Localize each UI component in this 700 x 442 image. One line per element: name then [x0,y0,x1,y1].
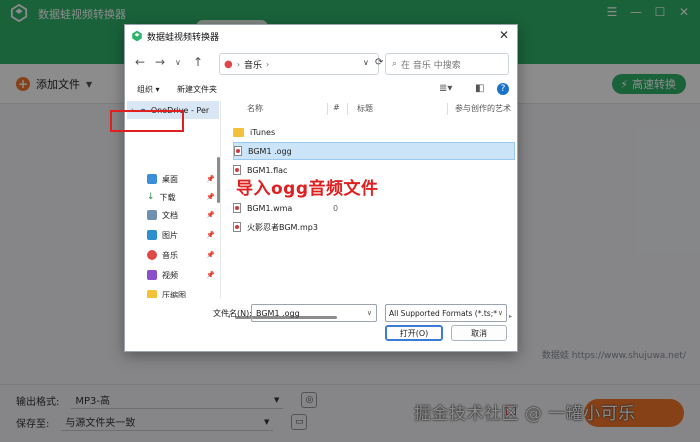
folder-icon [147,290,157,298]
help-icon[interactable]: ? [497,83,509,95]
column-header-title[interactable]: 标题 [357,103,373,114]
column-header-artist[interactable]: 参与创作的艺术 [455,103,511,114]
sidebar-item-label: 下载 [159,192,176,202]
pin-icon: 📌 [206,175,215,183]
sidebar-scrollbar[interactable] [217,101,220,298]
chevron-down-icon: ∨ [497,309,503,317]
chevron-right-icon: › [236,59,240,69]
file-name: BGM1.wma [247,203,293,213]
organize-menu[interactable]: 组织 ▾ [137,84,160,95]
address-bar[interactable]: ● › 音乐 › [219,53,379,75]
filename-value: BGM1 .ogg [256,308,300,318]
column-divider [327,103,328,115]
document-icon [147,210,157,220]
video-icon [147,270,157,280]
sidebar-item-documents[interactable]: 文档 📌 [147,207,217,223]
filename-label: 文件名(N): [213,309,252,318]
filename-field[interactable]: BGM1 .ogg ∨ [251,304,377,322]
sidebar-item-music[interactable]: 音乐 📌 [147,247,217,263]
search-input[interactable]: ⌕ 在 音乐 中搜索 [385,53,509,75]
list-item[interactable]: BGM1.wma [233,199,292,217]
sidebar-item-desktop[interactable]: 桌面 📌 [147,171,217,187]
pin-icon: 📌 [206,193,215,201]
scrollbar-thumb[interactable] [217,157,220,203]
chevron-right-icon: › [265,59,270,69]
column-header-name[interactable]: 名称 [247,103,263,114]
dialog-title: 数据蛙视频转换器 [147,33,220,43]
close-icon[interactable]: ✕ [499,28,509,42]
audio-file-icon [233,222,241,232]
pin-icon: 📌 [206,271,215,279]
chevron-down-icon[interactable]: ∨ [175,58,181,67]
search-placeholder: 在 音乐 中搜索 [401,60,461,71]
chevron-down-icon[interactable]: ∨ [367,309,372,317]
sort-ascending-icon: ⌃ [285,101,292,107]
desktop-icon [147,174,157,184]
annotation-text: 导入ogg音频文件 [236,179,379,199]
pin-icon: 📌 [206,251,215,259]
cancel-button[interactable]: 取消 [451,325,507,341]
folder-icon [233,127,244,137]
up-arrow-icon[interactable]: ↑ [193,55,203,69]
music-icon [147,250,157,260]
audio-file-icon [234,146,242,156]
column-divider [347,103,348,115]
dialog-titlebar: 数据蛙视频转换器 ✕ [125,25,517,47]
music-icon: ● [224,58,233,70]
sidebar-item-compressed[interactable]: 压缩图 [147,287,217,298]
sidebar-item-downloads[interactable]: ↓ 下载 📌 [147,189,217,205]
list-item[interactable]: 火影忍者BGM.mp3 [233,218,318,236]
highlight-box [110,110,184,132]
scroll-right-icon[interactable]: ▸ [509,313,512,320]
forward-arrow-icon[interactable]: → [155,55,165,69]
column-header-number[interactable]: # [333,103,340,112]
preview-pane-icon[interactable]: ◧ [475,83,484,94]
sidebar-item-label: 桌面 [162,174,178,184]
pin-icon: 📌 [206,231,215,239]
sidebar-item-label: 文档 [162,210,178,220]
file-type-select[interactable]: All Supported Formats (*.ts;* ∨ [385,304,507,322]
file-name: 火影忍者BGM.mp3 [247,222,318,232]
open-button[interactable]: 打开(O) [385,325,443,341]
file-name: BGM1 .ogg [248,146,292,156]
list-item-selected[interactable]: BGM1 .ogg [233,142,515,160]
list-item[interactable]: iTunes [233,123,275,141]
app-logo-icon [132,30,142,42]
view-options-icon[interactable]: ≣▾ [439,83,452,94]
navigation-bar: ← → ∨ ↑ ● › 音乐 › ∨ ⟳ ⌕ 在 音乐 中搜索 [125,49,517,79]
sidebar-item-pictures[interactable]: 图片 📌 [147,227,217,243]
command-bar: 组织 ▾ 新建文件夹 ≣▾ ◧ ? [125,81,517,99]
address-dropdown-icon[interactable]: ∨ [363,58,369,67]
search-icon: ⌕ [392,59,398,69]
new-folder-button[interactable]: 新建文件夹 [177,84,217,95]
file-type-value: All Supported Formats (*.ts;* [389,308,497,318]
pictures-icon [147,230,157,240]
audio-file-icon [233,203,241,213]
sidebar-item-label: 音乐 [162,250,178,260]
sidebar-item-label: 图片 [162,230,178,240]
sidebar-item-label: 压缩图 [162,290,186,299]
column-divider [447,103,448,115]
download-icon: ↓ [147,192,155,202]
file-list: ⌃ 名称 # 标题 参与创作的艺术 iTunes BGM1 .ogg BGM1.… [223,101,517,298]
refresh-icon[interactable]: ⟳ [375,57,383,68]
back-arrow-icon[interactable]: ← [135,55,145,69]
track-number: 0 [333,204,339,213]
pin-icon: 📌 [206,211,215,219]
address-current: 音乐 [243,60,262,71]
file-name: iTunes [250,127,276,137]
sidebar-item-videos[interactable]: 视频 📌 [147,267,217,283]
sidebar-item-label: 视频 [162,270,178,280]
